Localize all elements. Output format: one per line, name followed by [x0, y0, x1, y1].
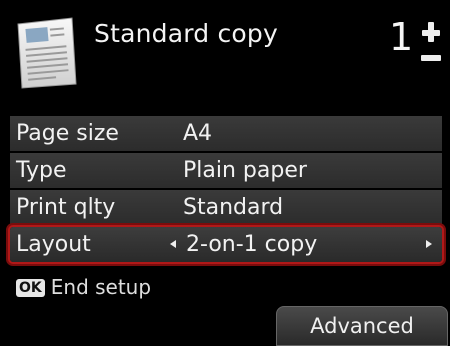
arrow-right-icon[interactable] — [426, 240, 432, 248]
setting-value: 2-on-1 copy — [186, 232, 318, 257]
mode-title: Standard copy — [94, 19, 278, 48]
plus-icon[interactable] — [420, 22, 442, 44]
plus-minus-icon[interactable] — [420, 22, 442, 68]
setting-row-print-quality[interactable]: Print qlty Standard — [10, 190, 442, 225]
setting-value: Plain paper — [183, 158, 307, 183]
setting-label: Page size — [16, 121, 119, 146]
setting-label: Type — [16, 158, 67, 183]
end-setup-hint: OK End setup — [16, 275, 151, 299]
ok-icon: OK — [16, 279, 45, 297]
settings-list: Page size A4 Type Plain paper Print qlty… — [10, 116, 442, 264]
setting-value: A4 — [183, 121, 213, 146]
setting-label: Print qlty — [16, 195, 116, 220]
document-icon — [17, 17, 77, 89]
setting-row-layout[interactable]: Layout 2-on-1 copy — [10, 227, 442, 262]
setting-value: Standard — [183, 195, 284, 220]
arrow-left-icon[interactable] — [170, 240, 176, 248]
setting-row-page-size[interactable]: Page size A4 — [10, 116, 442, 151]
minus-icon[interactable] — [421, 55, 441, 61]
header: Standard copy 1 — [0, 0, 450, 105]
setting-row-type[interactable]: Type Plain paper — [10, 153, 442, 188]
copies-count: 1 — [389, 15, 414, 59]
end-setup-text: End setup — [50, 275, 152, 299]
setting-label: Layout — [16, 232, 91, 257]
advanced-button[interactable]: Advanced — [276, 306, 448, 346]
